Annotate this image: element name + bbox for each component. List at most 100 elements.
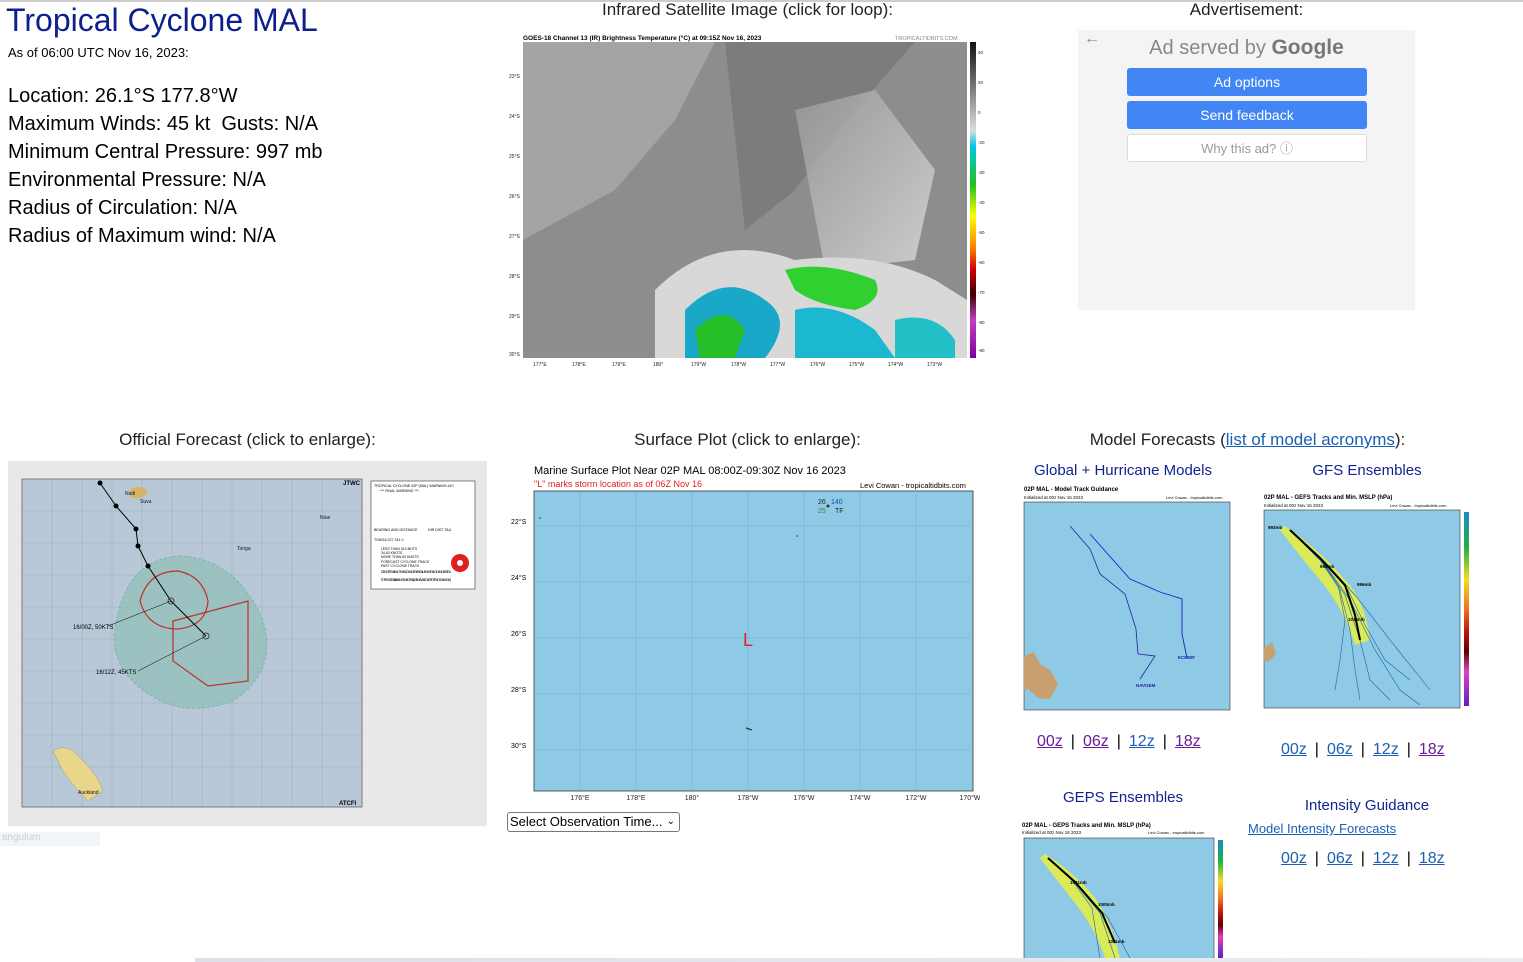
scale-label: 0: [978, 110, 981, 115]
global-runs: 00z | 06z | 12z | 18z: [1037, 733, 1201, 750]
lon-label: 180°: [653, 362, 663, 368]
official-forecast-svg: Nadi Suva Niue Tonga Auckland 16/00Z, 50…: [21, 478, 476, 808]
color-scale-bar: [970, 42, 976, 358]
lon-label: 178°W: [737, 794, 758, 802]
angulum-watermark: angulum: [0, 832, 100, 846]
lat-label: 30°S: [509, 352, 521, 358]
pressure-label: 1000mb: [1098, 902, 1115, 907]
gfs-run-link-06z[interactable]: 06z: [1327, 741, 1353, 758]
surface-plot-svg: Marine Surface Plot Near 02P MAL 08:00Z-…: [512, 465, 981, 802]
pressure-label: 996mb: [1357, 582, 1372, 587]
lat-label: 25°S: [509, 154, 521, 160]
intensity-run-link-18z[interactable]: 18z: [1419, 850, 1445, 867]
observation-time-select[interactable]: Select Observation Time... ⌄: [507, 812, 680, 832]
scale-label: 20: [978, 80, 984, 85]
ad-served-prefix: Ad served by: [1149, 37, 1272, 59]
run-link-18z[interactable]: 18z: [1175, 733, 1201, 750]
geps-ensembles-title: GEPS Ensembles: [1062, 789, 1184, 806]
thumb-credit: Levi Cowan - tropicaltidbits.com: [1166, 495, 1223, 500]
legend-item: FORECAST 34/50/64 KNOT WIND RADII (WINDS…: [381, 578, 452, 582]
run-link-06z[interactable]: 06z: [1083, 733, 1109, 750]
lat-label: 29°S: [509, 314, 521, 320]
thumb-title: 02P MAL - Model Track Guidance: [1024, 487, 1119, 493]
stat-min-pressure: Minimum Central Pressure: 997 mb: [8, 141, 323, 163]
satellite-image[interactable]: GOES-18 Channel 13 (IR) Brightness Tempe…: [495, 30, 990, 370]
forecast-label-16-12: 16/12Z, 45KTS: [96, 670, 136, 676]
surface-lat-24: 24°S: [511, 575, 527, 582]
storm-location-marker: L: [743, 630, 753, 650]
gfs-run-link-00z[interactable]: 00z: [1281, 741, 1307, 758]
geps-ensembles-svg: 02P MAL - GEPS Tracks and Min. MSLP (hPa…: [1022, 823, 1223, 958]
pressure-label: 1001mb: [1070, 880, 1087, 885]
place-label: Tonga: [237, 546, 251, 552]
satellite-caption: GOES-18 Channel 13 (IR) Brightness Tempe…: [523, 34, 762, 42]
atcf-label: ATCFI: [339, 801, 357, 807]
horizontal-scrollbar[interactable]: [195, 958, 1523, 962]
lon-label: 170°W: [959, 794, 980, 802]
stat-env-pressure: Environmental Pressure: N/A: [8, 169, 266, 191]
satellite-heading: Infrared Satellite Image (click for loop…: [601, 0, 893, 19]
run-link-12z[interactable]: 12z: [1129, 733, 1155, 750]
legend-item: MORE THAN 63 KNOTS: [381, 555, 419, 559]
global-models-svg: 02P MAL - Model Track Guidance Initializ…: [1023, 487, 1231, 711]
obs-dewpoint: 25: [818, 508, 826, 515]
obs-dot: [539, 517, 541, 519]
ad-served-by: Ad served by Google: [1078, 36, 1415, 60]
lon-label: 173°W: [927, 362, 942, 368]
obs-temp: 26: [818, 499, 826, 506]
bearing-cols: DIR DIST TAU: [428, 528, 452, 532]
thumb-init: Initialized at 00z Nov 16 2023: [1264, 503, 1324, 508]
lon-label: 178°W: [731, 362, 746, 368]
model-acronyms-link[interactable]: list of model acronyms: [1226, 430, 1395, 449]
surface-title: Marine Surface Plot Near 02P MAL 08:00Z-…: [534, 465, 846, 477]
as-of-timestamp: As of 06:00 UTC Nov 16, 2023:: [8, 45, 189, 60]
legend-item: PAST CYCLONE TRACK: [381, 564, 420, 568]
ad-options-button[interactable]: Ad options: [1127, 68, 1367, 96]
surface-ocean: [533, 490, 974, 792]
lon-label: 179°E: [612, 362, 626, 368]
chevron-down-icon: ⌄: [666, 816, 675, 827]
ad-heading: Advertisement:: [1189, 0, 1304, 19]
gfs-ensembles-image[interactable]: 02P MAL - GEFS Tracks and Min. MSLP (hPa…: [1260, 490, 1475, 725]
scale-label: -90: [978, 348, 985, 353]
obs-station-icon: [826, 504, 830, 508]
lon-label: 175°W: [849, 362, 864, 368]
scale-label: -30: [978, 170, 985, 175]
thumb-credit: Levi Cowan - tropicaltidbits.com: [1390, 503, 1447, 508]
surface-plot-image[interactable]: Marine Surface Plot Near 02P MAL 08:00Z-…: [512, 462, 981, 802]
lat-label: 24°S: [509, 114, 521, 120]
gfs-run-link-18z[interactable]: 18z: [1419, 741, 1445, 758]
intensity-run-link-00z[interactable]: 00z: [1281, 850, 1307, 867]
place-label: Suva: [140, 499, 152, 505]
gfs-run-link-12z[interactable]: 12z: [1373, 741, 1399, 758]
stat-max-winds: Maximum Winds: 45 kt Gusts: N/A: [8, 113, 319, 135]
surface-lat-28: 28°S: [511, 687, 527, 694]
obs-pressure: 140: [831, 499, 843, 506]
model-heading-suffix: ):: [1394, 430, 1406, 449]
scale-label: -40: [978, 200, 985, 205]
lat-label: 23°S: [509, 74, 521, 80]
intensity-run-link-06z[interactable]: 06z: [1327, 850, 1353, 867]
why-this-ad-button[interactable]: Why this ad? ⓘ: [1127, 134, 1367, 162]
surface-lat-30: 30°S: [511, 743, 527, 750]
thumb-init: Initialized at 00z Nov 16 2023: [1024, 495, 1084, 500]
intensity-run-link-12z[interactable]: 12z: [1373, 850, 1399, 867]
lon-label: 177°W: [770, 362, 785, 368]
geps-ensembles-image[interactable]: 02P MAL - GEPS Tracks and Min. MSLP (hPa…: [1020, 818, 1235, 958]
mslp-scale-bar: [1464, 512, 1469, 706]
jtwc-label: JTWC: [343, 481, 361, 487]
surface-subtitle: "L" marks storm location as of 06Z Nov 1…: [534, 479, 702, 489]
model-intensity-link[interactable]: Model Intensity Forecasts: [1248, 821, 1396, 836]
intensity-guidance-title: Intensity Guidance: [1304, 797, 1430, 814]
lon-label: 172°W: [905, 794, 926, 802]
run-link-00z[interactable]: 00z: [1037, 733, 1063, 750]
send-feedback-button[interactable]: Send feedback: [1127, 101, 1367, 129]
place-label: Auckland: [78, 790, 99, 796]
lat-label: 27°S: [509, 234, 521, 240]
stat-location: Location: 26.1°S 177.8°W: [8, 85, 238, 107]
surface-credit: Levi Cowan - tropicaltidbits.com: [860, 481, 966, 490]
global-models-image[interactable]: 02P MAL - Model Track Guidance Initializ…: [1020, 484, 1235, 716]
official-forecast-image[interactable]: Nadi Suva Niue Tonga Auckland 16/00Z, 50…: [8, 461, 487, 826]
mslp-scale-bar: [1218, 840, 1223, 958]
lon-labels: 177°E 178°E 179°E 180° 179°W 178°W 177°W…: [533, 362, 942, 368]
